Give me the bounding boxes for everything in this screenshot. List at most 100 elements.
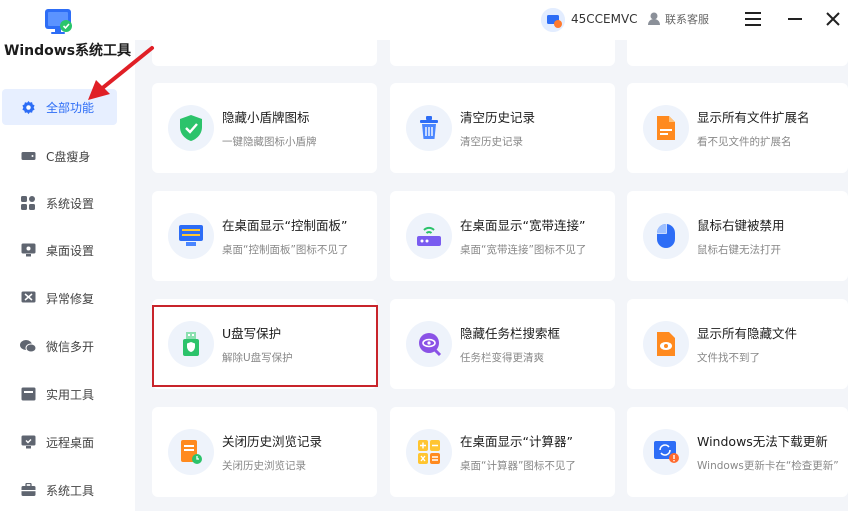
- gear-icon: [20, 99, 36, 115]
- sidebar-item-label: 异常修复: [46, 291, 95, 306]
- card-title: 在桌面显示“宽带连接”: [460, 218, 586, 233]
- card-description: 鼠标右键无法打开: [697, 244, 781, 256]
- feature-card[interactable]: 隐藏任务栏搜索框 任务栏变得更清爽: [390, 299, 615, 389]
- sidebar-item-c-drive[interactable]: C盘瘦身: [2, 138, 117, 174]
- card-partial: [152, 40, 377, 66]
- card-description: 解除U盘写保护: [222, 352, 293, 364]
- sidebar-item-desktop-settings[interactable]: 桌面设置: [2, 232, 117, 268]
- trash-icon: [406, 105, 452, 151]
- card-text: 隐藏任务栏搜索框 任务栏变得更清爽: [460, 323, 560, 365]
- card-text: Windows无法下载更新 Windows更新卡在“检查更新”: [697, 431, 839, 473]
- user-avatar[interactable]: [541, 8, 565, 32]
- card-text: 在桌面显示“计算器” 桌面“计算器”图标不见了: [460, 431, 576, 473]
- sidebar-item-system-settings[interactable]: 系统设置: [2, 185, 117, 221]
- card-description: 一键隐藏图标小盾牌: [222, 136, 317, 148]
- card-title: 在桌面显示“控制面板”: [222, 218, 348, 233]
- sidebar-item-wechat-multi[interactable]: 微信多开: [2, 328, 117, 364]
- toolbox-icon: [20, 386, 36, 402]
- wrench-icon: [20, 290, 36, 306]
- card-text: 隐藏小盾牌图标 一键隐藏图标小盾牌: [222, 107, 317, 149]
- menu-icon[interactable]: [742, 8, 764, 30]
- card-text: 在桌面显示“宽带连接” 桌面“宽带连接”图标不见了: [460, 215, 586, 257]
- usb-shield-icon: [168, 321, 214, 367]
- card-text: 在桌面显示“控制面板” 桌面“控制面板”图标不见了: [222, 215, 348, 257]
- feature-card[interactable]: 清空历史记录 清空历史记录: [390, 83, 615, 173]
- card-title: 显示所有文件扩展名: [697, 110, 810, 125]
- calculator-icon: [406, 429, 452, 475]
- update-icon: [643, 429, 689, 475]
- mouse-icon: [643, 213, 689, 259]
- card-title: 鼠标右键被禁用: [697, 218, 785, 233]
- card-description: Windows更新卡在“检查更新”: [697, 460, 839, 472]
- card-description: 桌面“宽带连接”图标不见了: [460, 244, 587, 256]
- card-partial: [627, 40, 848, 66]
- card-description: 桌面“控制面板”图标不见了: [222, 244, 349, 256]
- card-partial: [390, 40, 615, 66]
- briefcase-icon: [20, 482, 36, 498]
- card-description: 文件找不到了: [697, 352, 760, 364]
- feature-card[interactable]: 在桌面显示“计算器” 桌面“计算器”图标不见了: [390, 407, 615, 497]
- router-icon: [406, 213, 452, 259]
- feature-card[interactable]: 关闭历史浏览记录 关闭历史浏览记录: [152, 407, 377, 497]
- sidebar-item-label: 全部功能: [46, 100, 95, 115]
- feature-card[interactable]: U盘写保护解除U盘写保护: [152, 299, 377, 389]
- monitor-icon: [20, 242, 36, 258]
- sidebar-item-all-features[interactable]: 全部功能: [2, 89, 117, 125]
- card-title: Windows无法下载更新: [697, 434, 828, 449]
- drive-icon: [20, 148, 36, 164]
- card-title: 隐藏小盾牌图标: [222, 110, 310, 125]
- card-description: 看不见文件的扩展名: [697, 136, 792, 148]
- chat-icon: [20, 338, 36, 354]
- app-title: Windows系统工具: [3, 43, 132, 59]
- customer-service-icon[interactable]: [647, 10, 661, 25]
- feature-card[interactable]: 显示所有文件扩展名 看不见文件的扩展名: [627, 83, 848, 173]
- card-title: U盘写保护: [222, 326, 282, 341]
- card-title: 隐藏任务栏搜索框: [460, 326, 561, 341]
- history-doc-icon: [168, 429, 214, 475]
- card-description: 任务栏变得更清爽: [460, 352, 544, 364]
- feature-card[interactable]: 在桌面显示“控制面板” 桌面“控制面板”图标不见了: [152, 191, 377, 281]
- control-panel-icon: [168, 213, 214, 259]
- contact-service-link[interactable]: 联系客服: [665, 11, 709, 27]
- shield-icon: [168, 105, 214, 151]
- card-text: 显示所有隐藏文件 文件找不到了: [697, 323, 797, 365]
- card-text: 关闭历史浏览记录 关闭历史浏览记录: [222, 431, 322, 473]
- card-description: 桌面“计算器”图标不见了: [460, 460, 576, 472]
- card-title: 清空历史记录: [460, 110, 536, 125]
- card-title: 显示所有隐藏文件: [697, 326, 798, 341]
- card-text: 显示所有文件扩展名 看不见文件的扩展名: [697, 107, 810, 149]
- card-title: 关闭历史浏览记录: [222, 434, 323, 449]
- sidebar-item-utilities[interactable]: 实用工具: [2, 376, 117, 412]
- sidebar-item-label: 系统工具: [46, 483, 95, 498]
- card-text: 清空历史记录 清空历史记录: [460, 107, 535, 149]
- sidebar-item-label: 实用工具: [46, 387, 95, 402]
- remote-desktop-icon: [20, 434, 36, 450]
- search-hide-icon: [406, 321, 452, 367]
- feature-card[interactable]: 隐藏小盾牌图标 一键隐藏图标小盾牌: [152, 83, 377, 173]
- card-title: 在桌面显示“计算器”: [460, 434, 573, 449]
- sidebar-item-label: C盘瘦身: [46, 149, 91, 164]
- card-text: 鼠标右键被禁用 鼠标右键无法打开: [697, 215, 785, 257]
- feature-card[interactable]: 显示所有隐藏文件 文件找不到了: [627, 299, 848, 389]
- sidebar-item-label: 系统设置: [46, 196, 95, 211]
- sidebar-item-label: 微信多开: [46, 339, 95, 354]
- grid-icon: [20, 195, 36, 211]
- feature-card[interactable]: 在桌面显示“宽带连接” 桌面“宽带连接”图标不见了: [390, 191, 615, 281]
- sidebar-item-repair[interactable]: 异常修复: [2, 280, 117, 316]
- file-ext-icon: [643, 105, 689, 151]
- sidebar-item-remote-desktop[interactable]: 远程桌面: [2, 424, 117, 460]
- sidebar-item-system-tools[interactable]: 系统工具: [2, 472, 117, 508]
- feature-card[interactable]: 鼠标右键被禁用 鼠标右键无法打开: [627, 191, 848, 281]
- sidebar: Windows系统工具 全部功能 C盘瘦身 系统设置 桌面设置 异常修复 微信多: [0, 0, 135, 511]
- card-description: 关闭历史浏览记录: [222, 460, 306, 472]
- close-icon[interactable]: [822, 8, 844, 30]
- minimize-icon[interactable]: [784, 8, 806, 30]
- eye-file-icon: [643, 321, 689, 367]
- card-text: U盘写保护解除U盘写保护: [222, 323, 293, 365]
- card-description: 清空历史记录: [460, 136, 523, 148]
- sidebar-item-label: 桌面设置: [46, 243, 95, 258]
- feature-card[interactable]: Windows无法下载更新 Windows更新卡在“检查更新”: [627, 407, 848, 497]
- user-name[interactable]: 45CCEMVC: [571, 12, 638, 26]
- sidebar-item-label: 远程桌面: [46, 435, 95, 450]
- app-logo-icon: [44, 8, 74, 36]
